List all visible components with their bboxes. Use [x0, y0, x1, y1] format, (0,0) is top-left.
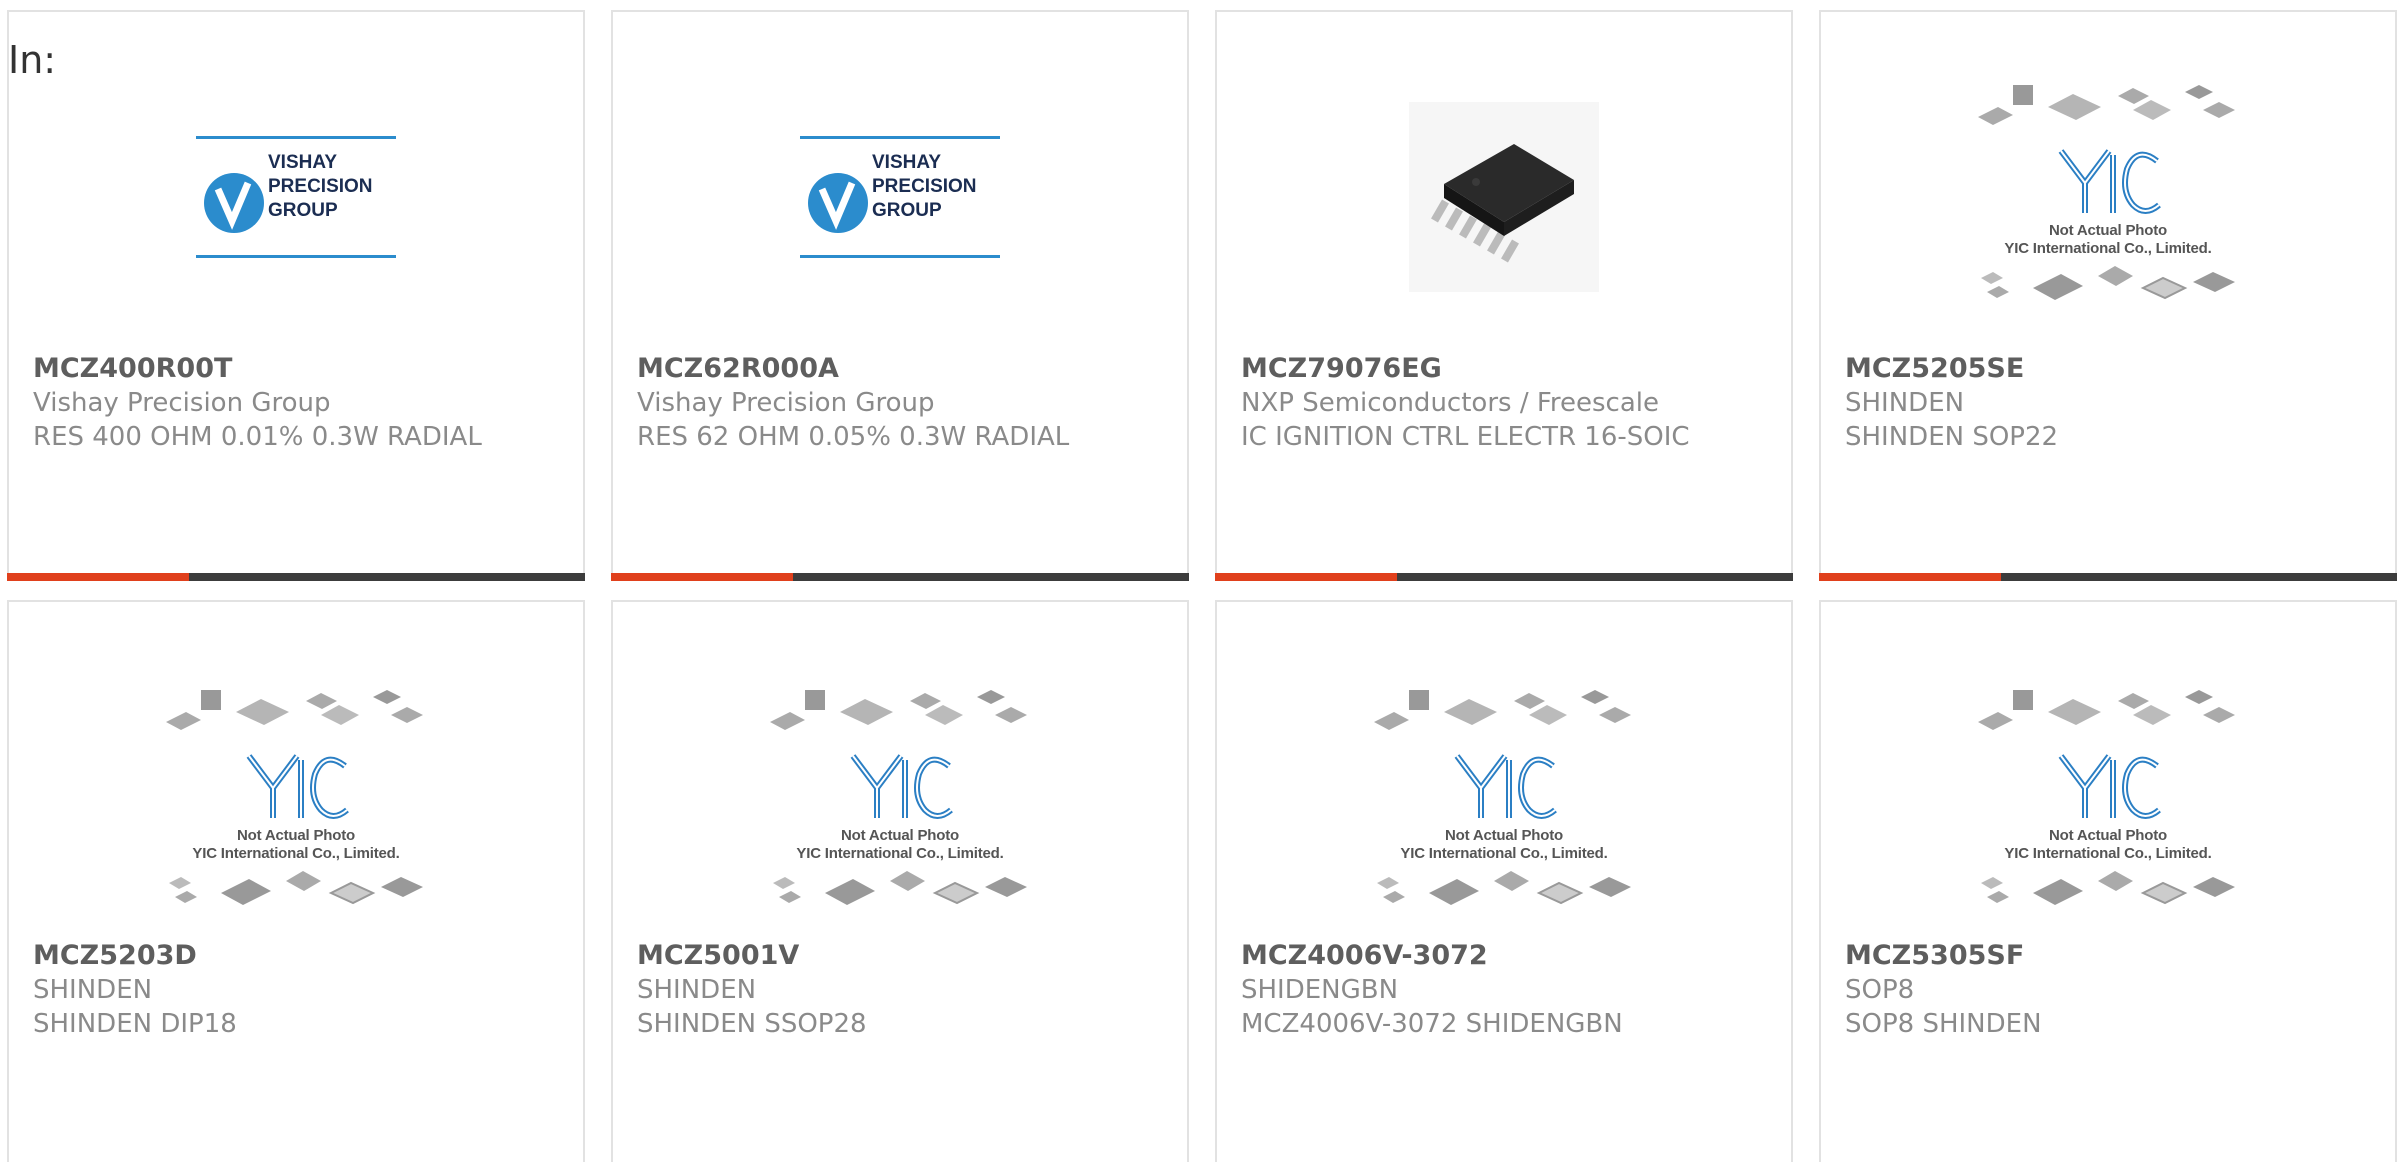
product-card[interactable]: MCZ79076EG NXP Semiconductors / Freescal…	[1215, 10, 1793, 581]
placeholder-caption-1: Not Actual Photo	[237, 826, 355, 844]
product-grid-page: In: VISHAY PRECISION GROUP MCZ400R00T Vi…	[0, 0, 2400, 1162]
logo-line2: PRECISION	[268, 176, 373, 197]
component-icons	[773, 870, 1027, 905]
yic-logo-icon	[246, 753, 349, 819]
logo-line2: PRECISION	[872, 176, 977, 197]
component-icons	[1981, 265, 2235, 300]
placeholder-image: Not Actual Photo YIC International Co., …	[1369, 687, 1639, 918]
card-bar-accent	[1819, 573, 2001, 581]
logo-line1: VISHAY	[268, 152, 337, 173]
product-card[interactable]: Not Actual Photo YIC International Co., …	[7, 600, 585, 1162]
part-number-link[interactable]: MCZ5203D	[33, 939, 559, 973]
part-number-link[interactable]: MCZ5001V	[637, 939, 1163, 973]
description: SOP8 SHINDEN	[1845, 1009, 2042, 1039]
manufacturer: SHINDEN	[637, 975, 757, 1005]
component-icons	[1978, 84, 2235, 125]
product-card[interactable]: Not Actual Photo YIC International Co., …	[1819, 10, 2397, 581]
placeholder-image: Not Actual Photo YIC International Co., …	[1973, 82, 2243, 313]
manufacturer: SHIDENGBN	[1241, 975, 1399, 1005]
manufacturer: NXP Semiconductors / Freescale	[1241, 388, 1660, 418]
logo-line1: VISHAY	[872, 152, 941, 173]
product-image[interactable]: Not Actual Photo YIC International Co., …	[1821, 82, 2395, 312]
product-image[interactable]: Not Actual Photo YIC International Co., …	[613, 682, 1187, 922]
ic-chip-icon	[1409, 102, 1599, 292]
description: SHINDEN SOP22	[1845, 422, 2059, 452]
vishay-logo: VISHAY PRECISION GROUP	[800, 136, 1000, 258]
filter-label: In:	[8, 38, 57, 82]
description: RES 62 OHM 0.05% 0.3W RADIAL	[637, 422, 1070, 452]
yic-logo-icon	[2058, 148, 2161, 214]
description: RES 400 OHM 0.01% 0.3W RADIAL	[33, 422, 482, 452]
description: MCZ4006V-3072 SHIDENGBN	[1241, 1009, 1623, 1039]
description: IC IGNITION CTRL ELECTR 16-SOIC	[1241, 422, 1690, 452]
logo-line3: GROUP	[268, 200, 338, 221]
placeholder-caption-2: YIC International Co., Limited.	[1400, 844, 1608, 862]
card-bar-accent	[1215, 573, 1397, 581]
vishay-logo: VISHAY PRECISION GROUP	[196, 136, 396, 258]
product-image[interactable]: Not Actual Photo YIC International Co., …	[1821, 682, 2395, 922]
placeholder-caption-1: Not Actual Photo	[1445, 826, 1563, 844]
card-bar	[7, 573, 585, 581]
product-image[interactable]	[1217, 82, 1791, 312]
part-number-link[interactable]: MCZ4006V-3072	[1241, 939, 1767, 973]
part-number-link[interactable]: MCZ400R00T	[33, 352, 559, 386]
product-card[interactable]: Not Actual Photo YIC International Co., …	[1215, 600, 1793, 1162]
placeholder-caption-2: YIC International Co., Limited.	[192, 844, 400, 862]
vishay-v-icon	[204, 173, 264, 233]
product-image[interactable]: VISHAY PRECISION GROUP	[613, 82, 1187, 312]
placeholder-caption-2: YIC International Co., Limited.	[2004, 844, 2212, 862]
card-bar-accent	[7, 573, 189, 581]
placeholder-image: Not Actual Photo YIC International Co., …	[161, 687, 431, 918]
component-icons	[770, 689, 1027, 730]
placeholder-caption-1: Not Actual Photo	[841, 826, 959, 844]
logo-line3: GROUP	[872, 200, 942, 221]
manufacturer: SOP8	[1845, 975, 1915, 1005]
placeholder-image: Not Actual Photo YIC International Co., …	[765, 687, 1035, 918]
card-bar	[1819, 573, 2397, 581]
yic-logo-icon	[1454, 753, 1557, 819]
part-number-link[interactable]: MCZ62R000A	[637, 352, 1163, 386]
component-icons	[1377, 870, 1631, 905]
component-icons	[1981, 870, 2235, 905]
vishay-v-icon	[808, 173, 868, 233]
placeholder-image: Not Actual Photo YIC International Co., …	[1973, 687, 2243, 918]
product-card[interactable]: VISHAY PRECISION GROUP MCZ62R000A Vishay…	[611, 10, 1189, 581]
placeholder-caption-1: Not Actual Photo	[2049, 826, 2167, 844]
part-number-link[interactable]: MCZ5205SE	[1845, 352, 2371, 386]
placeholder-caption-1: Not Actual Photo	[2049, 221, 2167, 239]
component-icons	[169, 870, 423, 905]
product-image[interactable]: Not Actual Photo YIC International Co., …	[9, 682, 583, 922]
yic-logo-icon	[850, 753, 953, 819]
component-icons	[1374, 689, 1631, 730]
component-icons	[166, 689, 423, 730]
product-card[interactable]: Not Actual Photo YIC International Co., …	[1819, 600, 2397, 1162]
description: SHINDEN SSOP28	[637, 1009, 867, 1039]
manufacturer: Vishay Precision Group	[33, 388, 331, 418]
placeholder-caption-2: YIC International Co., Limited.	[2004, 239, 2212, 257]
yic-logo-icon	[2058, 753, 2161, 819]
card-bar	[611, 573, 1189, 581]
description: SHINDEN DIP18	[33, 1009, 237, 1039]
product-image[interactable]: VISHAY PRECISION GROUP	[9, 82, 583, 312]
component-icons	[1978, 689, 2235, 730]
card-bar-accent	[611, 573, 793, 581]
manufacturer: SHINDEN	[33, 975, 153, 1005]
product-card[interactable]: Not Actual Photo YIC International Co., …	[611, 600, 1189, 1162]
placeholder-caption-2: YIC International Co., Limited.	[796, 844, 1004, 862]
part-number-link[interactable]: MCZ79076EG	[1241, 352, 1767, 386]
part-number-link[interactable]: MCZ5305SF	[1845, 939, 2371, 973]
manufacturer: SHINDEN	[1845, 388, 1965, 418]
card-bar	[1215, 573, 1793, 581]
product-image[interactable]: Not Actual Photo YIC International Co., …	[1217, 682, 1791, 922]
product-card[interactable]: VISHAY PRECISION GROUP MCZ400R00T Vishay…	[7, 10, 585, 581]
manufacturer: Vishay Precision Group	[637, 388, 935, 418]
